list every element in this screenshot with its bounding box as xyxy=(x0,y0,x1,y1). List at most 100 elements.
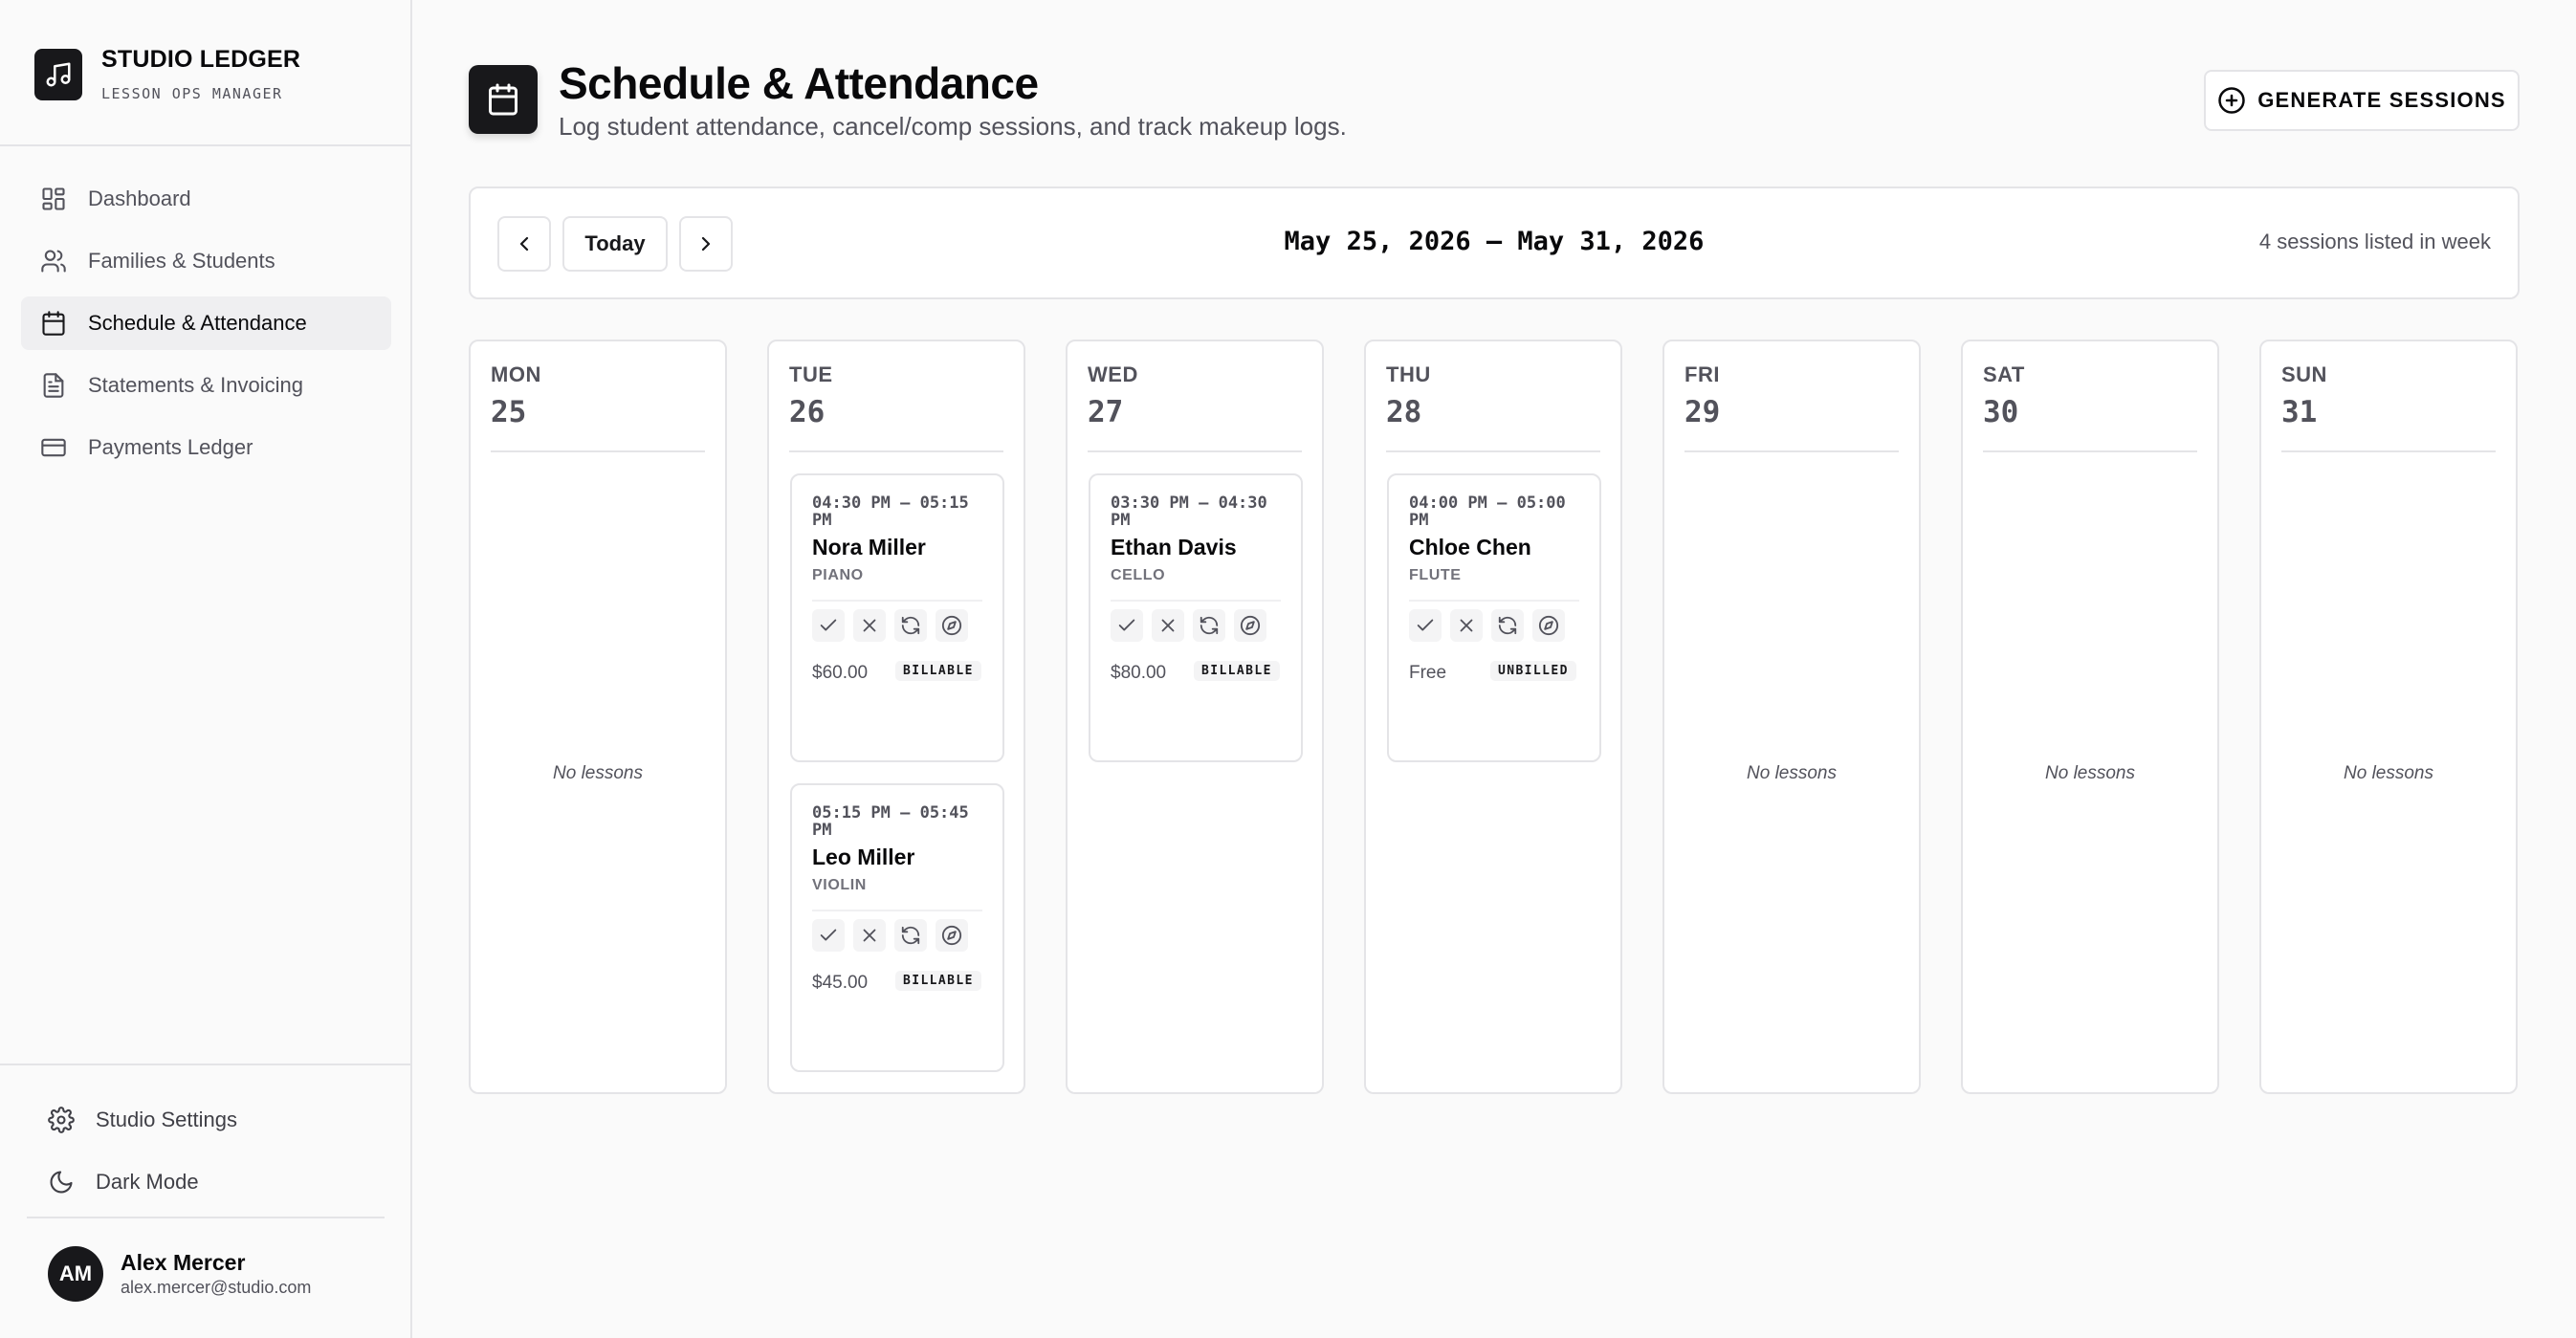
student-name: Leo Miller xyxy=(812,844,915,869)
refresh-icon xyxy=(901,616,920,635)
page-subtitle: Log student attendance, cancel/comp sess… xyxy=(559,112,1347,141)
lesson-card[interactable]: 04:00 PM – 05:00 PM Chloe Chen FLUTE Fre… xyxy=(1387,473,1601,762)
studio-settings-button[interactable]: Studio Settings xyxy=(29,1093,391,1147)
lesson-card[interactable]: 03:30 PM – 04:30 PM Ethan Davis CELLO $8… xyxy=(1089,473,1303,762)
cancel-session-button[interactable] xyxy=(1450,609,1483,642)
instrument-label: FLUTE xyxy=(1409,567,1462,583)
compass-icon xyxy=(941,615,962,636)
brand-subtitle: LESSON OPS MANAGER xyxy=(101,85,283,102)
nav-item-families-students[interactable]: Families & Students xyxy=(21,234,391,288)
lesson-actions xyxy=(1409,609,1574,642)
billing-status-badge: UNBILLED xyxy=(1490,661,1576,681)
nav-item-payments-ledger[interactable]: Payments Ledger xyxy=(21,421,391,474)
divider xyxy=(812,910,982,911)
divider xyxy=(1409,600,1579,602)
dark-mode-toggle[interactable]: Dark Mode xyxy=(29,1155,391,1209)
week-navigator: Today May 25, 2026 – May 31, 2026 4 sess… xyxy=(469,186,2520,299)
day-name: THU xyxy=(1386,362,1431,386)
day-name: TUE xyxy=(789,362,833,386)
makeup-session-button[interactable] xyxy=(1491,609,1524,642)
day-number: 25 xyxy=(491,395,527,429)
calendar-icon xyxy=(42,311,65,336)
billing-status-badge: BILLABLE xyxy=(895,661,981,681)
day-name: WED xyxy=(1088,362,1138,386)
moon-icon xyxy=(50,1171,73,1194)
compass-icon xyxy=(941,925,962,946)
lesson-actions xyxy=(812,919,977,952)
generate-sessions-button[interactable]: GENERATE SESSIONS xyxy=(2204,70,2520,131)
plus-circle-icon xyxy=(2218,87,2245,114)
brand[interactable]: STUDIO LEDGER LESSON OPS MANAGER xyxy=(34,46,300,102)
lesson-price: Free xyxy=(1409,663,1447,683)
day-number: 28 xyxy=(1386,395,1422,429)
divider xyxy=(1111,600,1281,602)
session-count: 4 sessions listed in week xyxy=(2258,230,2491,253)
no-lessons-text: No lessons xyxy=(2344,763,2433,783)
dark-mode-label: Dark Mode xyxy=(96,1170,199,1194)
lesson-price: $45.00 xyxy=(812,973,869,993)
nav-item-dashboard[interactable]: Dashboard xyxy=(21,172,391,226)
divider xyxy=(789,450,1003,452)
user-email: alex.mercer@studio.com xyxy=(121,1278,312,1297)
user-profile[interactable]: AM Alex Mercer alex.mercer@studio.com xyxy=(48,1246,311,1302)
day-column-tue: TUE 26 04:30 PM – 05:15 PM Nora Miller P… xyxy=(767,340,1025,1094)
makeup-session-button[interactable] xyxy=(1193,609,1225,642)
makeup-session-button[interactable] xyxy=(894,609,927,642)
student-name: Chloe Chen xyxy=(1409,535,1531,559)
day-column-wed: WED 27 03:30 PM – 04:30 PM Ethan Davis C… xyxy=(1066,340,1324,1094)
day-number: 27 xyxy=(1088,395,1124,429)
users-icon xyxy=(41,250,66,273)
cancel-session-button[interactable] xyxy=(853,609,886,642)
nav-item-label: Schedule & Attendance xyxy=(88,311,307,335)
day-column-fri: FRI 29 No lessons xyxy=(1662,340,1921,1094)
makeup-session-button[interactable] xyxy=(894,919,927,952)
studio-settings-label: Studio Settings xyxy=(96,1108,237,1131)
cancel-session-button[interactable] xyxy=(853,919,886,952)
avatar: AM xyxy=(48,1246,103,1302)
brand-title: STUDIO LEDGER xyxy=(101,46,301,73)
divider xyxy=(812,600,982,602)
day-column-sat: SAT 30 No lessons xyxy=(1961,340,2219,1094)
student-name: Nora Miller xyxy=(812,535,926,559)
no-lessons-text: No lessons xyxy=(1747,763,1837,783)
day-column-thu: THU 28 04:00 PM – 05:00 PM Chloe Chen FL… xyxy=(1364,340,1622,1094)
sidebar-divider xyxy=(0,1064,410,1065)
day-number: 29 xyxy=(1684,395,1721,429)
lesson-card[interactable]: 05:15 PM – 05:45 PM Leo Miller VIOLIN $4… xyxy=(790,783,1004,1072)
mark-attended-button[interactable] xyxy=(1111,609,1143,642)
compass-icon xyxy=(1538,615,1559,636)
gear-icon xyxy=(48,1107,75,1133)
generate-sessions-label: GENERATE SESSIONS xyxy=(2257,88,2506,112)
mark-attended-button[interactable] xyxy=(812,609,845,642)
lesson-card[interactable]: 04:30 PM – 05:15 PM Nora Miller PIANO $6… xyxy=(790,473,1004,762)
comp-session-button[interactable] xyxy=(936,919,968,952)
week-range: May 25, 2026 – May 31, 2026 xyxy=(1284,227,1705,256)
comp-session-button[interactable] xyxy=(1532,609,1565,642)
sidebar-divider xyxy=(0,144,410,146)
calendar-icon xyxy=(469,65,538,134)
divider xyxy=(491,450,705,452)
divider xyxy=(1386,450,1600,452)
student-name: Ethan Davis xyxy=(1111,535,1237,559)
mark-attended-button[interactable] xyxy=(1409,609,1442,642)
check-icon xyxy=(820,929,837,941)
page-title: Schedule & Attendance xyxy=(559,58,1039,108)
billing-status-badge: BILLABLE xyxy=(1194,661,1280,681)
nav-item-statements-invoicing[interactable]: Statements & Invoicing xyxy=(21,359,391,412)
nav-item-schedule-attendance[interactable]: Schedule & Attendance xyxy=(21,296,391,350)
cancel-session-button[interactable] xyxy=(1152,609,1184,642)
day-column-mon: MON 25 No lessons xyxy=(469,340,727,1094)
lesson-time: 04:30 PM – 05:15 PM xyxy=(812,494,969,530)
user-name: Alex Mercer xyxy=(121,1250,246,1275)
mark-attended-button[interactable] xyxy=(812,919,845,952)
comp-session-button[interactable] xyxy=(1234,609,1266,642)
document-icon xyxy=(43,373,64,398)
comp-session-button[interactable] xyxy=(936,609,968,642)
compass-icon xyxy=(1240,615,1261,636)
day-name: SAT xyxy=(1983,362,2025,386)
x-icon xyxy=(1460,619,1473,632)
lesson-time: 04:00 PM – 05:00 PM xyxy=(1409,494,1566,530)
sidebar: STUDIO LEDGER LESSON OPS MANAGER Dashboa… xyxy=(0,0,412,1338)
day-name: SUN xyxy=(2281,362,2327,386)
divider xyxy=(1684,450,1899,452)
